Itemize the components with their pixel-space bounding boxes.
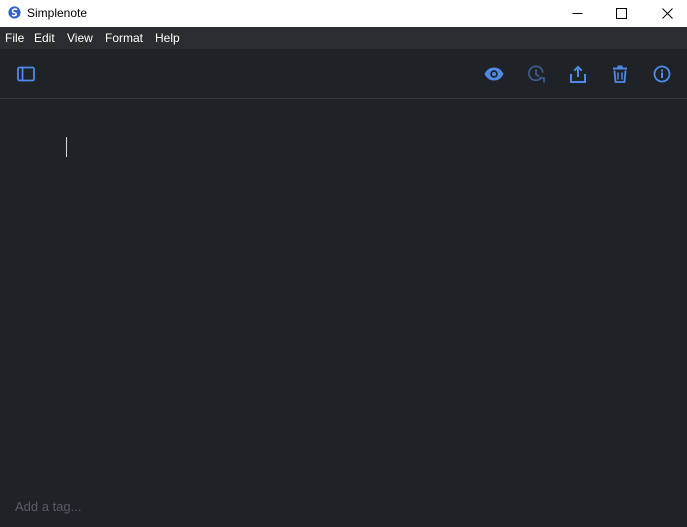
trash-icon bbox=[613, 65, 627, 83]
minimize-button[interactable] bbox=[554, 0, 600, 27]
text-caret bbox=[66, 137, 67, 157]
maximize-icon bbox=[615, 8, 627, 19]
share-icon bbox=[570, 65, 586, 83]
menu-format[interactable]: Format bbox=[105, 31, 143, 45]
close-button[interactable] bbox=[644, 0, 687, 27]
share-button[interactable] bbox=[566, 62, 590, 86]
window-title: Simplenote bbox=[27, 6, 88, 20]
menu-file[interactable]: File bbox=[5, 31, 24, 45]
trash-button[interactable] bbox=[608, 62, 632, 86]
sidebar-toggle-icon bbox=[17, 66, 35, 82]
maximize-button[interactable] bbox=[598, 0, 644, 27]
note-toolbar bbox=[0, 49, 687, 99]
close-icon bbox=[661, 8, 673, 19]
info-button[interactable] bbox=[650, 62, 674, 86]
preview-button[interactable] bbox=[482, 62, 506, 86]
minimize-icon bbox=[572, 13, 582, 14]
tag-input[interactable] bbox=[15, 496, 415, 516]
menu-bar: File Edit View Format Help bbox=[0, 27, 687, 49]
history-button[interactable] bbox=[524, 62, 548, 86]
menu-view[interactable]: View bbox=[67, 31, 93, 45]
menu-help[interactable]: Help bbox=[155, 31, 180, 45]
eye-icon bbox=[484, 67, 504, 81]
note-editor[interactable] bbox=[0, 99, 687, 484]
menu-edit[interactable]: Edit bbox=[34, 31, 55, 45]
simplenote-logo-icon bbox=[8, 6, 21, 19]
history-icon bbox=[528, 65, 545, 83]
toggle-sidebar-button[interactable] bbox=[14, 62, 38, 86]
title-bar: Simplenote bbox=[0, 0, 687, 27]
info-icon bbox=[653, 65, 671, 83]
